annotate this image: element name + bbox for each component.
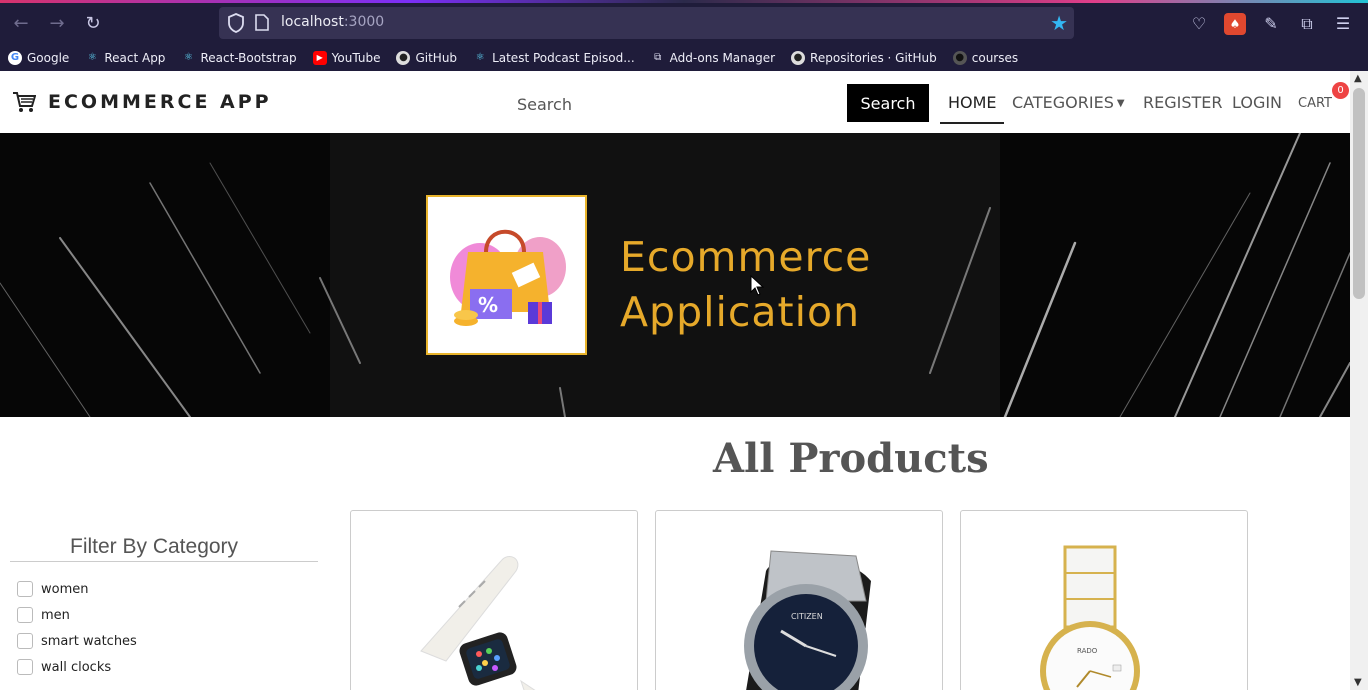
brand-name[interactable]: ECOMMERCE APP [48,91,272,113]
podcast-icon: ⚛ [475,52,485,63]
nav-categories-label: CATEGORIES [1012,93,1114,112]
checkbox[interactable] [17,659,33,675]
checkbox[interactable] [17,633,33,649]
bookmarks-bar: G Google ⚛ React App ⚛ React-Bootstrap ▶ You… [0,45,1368,71]
scrollbar-thumb[interactable] [1353,88,1365,299]
category-checkbox-wall-clocks[interactable]: wall clocks [17,659,111,675]
category-checkbox-women[interactable]: women [17,581,89,597]
hero-banner: % Ecommerce Application [0,133,1350,417]
bookmark-repositories[interactable]: ● Repositories · GitHub [791,51,937,65]
app-navbar: ECOMMERCE APP Search HOME CATEGORIES▼ RE… [0,71,1350,133]
nav-login-link[interactable]: LOGIN [1232,93,1282,112]
bookmark-podcast[interactable]: ⚛ Latest Podcast Episod... [473,51,635,65]
url-host: localhost [281,14,344,30]
active-link-underline [940,122,1004,124]
react-icon: ⚛ [87,52,97,63]
youtube-icon: ▶ [312,51,327,65]
bookmark-github[interactable]: ● GitHub [396,51,457,65]
product-card[interactable]: RADO [960,510,1248,690]
extensions-puzzle-icon[interactable]: ⧉ [1296,13,1318,35]
search-input[interactable] [507,85,843,123]
checkbox[interactable] [17,581,33,597]
search-button[interactable]: Search [847,84,929,122]
banner-title-line-2: Application [620,288,861,336]
bookmark-label: Add-ons Manager [669,51,776,65]
product-card[interactable]: CITIZEN [655,510,943,690]
category-label: women [41,581,89,597]
puzzle-icon: ⧉ [654,52,662,63]
svg-text:%: % [478,293,498,317]
filter-heading: Filter By Category [70,535,239,558]
scroll-up-arrow-icon[interactable]: ▲ [1354,73,1362,84]
shopping-cart-icon [13,92,36,112]
category-checkbox-men[interactable]: men [17,607,70,623]
browser-toolbar: ← → ↻ localhost:3000 ★ ♡ ♠ ✎ ⧉ ☰ [0,3,1368,45]
all-products-heading: All Products [713,435,989,482]
url-text[interactable]: localhost:3000 [281,14,384,30]
react-icon: ⚛ [183,52,193,63]
bookmark-label: Google [27,51,70,65]
bookmark-react-app[interactable]: ⚛ React App [85,51,166,65]
category-label: wall clocks [41,659,112,675]
bookmark-label: Latest Podcast Episod... [492,51,635,65]
svg-text:RADO: RADO [1077,647,1098,655]
bookmark-addons[interactable]: ⧉ Add-ons Manager [651,51,775,65]
user-icon: ● [952,51,967,65]
wristwatch-product-image: CITIZEN [744,550,871,690]
shopping-bag-logo: % [426,195,587,355]
bookmark-youtube[interactable]: ▶ YouTube [312,51,381,65]
category-label: men [41,607,70,623]
page-scrollbar[interactable]: ▲ ▼ [1350,71,1368,690]
caret-down-icon: ▼ [1116,98,1125,109]
category-checkbox-smart-watches[interactable]: smart watches [17,633,137,649]
nav-categories-dropdown[interactable]: CATEGORIES ▼ [1012,93,1125,112]
bookmark-label: GitHub [415,51,458,65]
svg-text:CITIZEN: CITIZEN [791,612,823,621]
bookmark-react-bootstrap[interactable]: ⚛ React-Bootstrap [181,51,297,65]
gold-watch-product-image: RADO [1040,545,1140,690]
category-label: smart watches [41,633,137,649]
bookmark-label: YouTube [331,51,381,65]
product-card[interactable] [350,510,638,690]
bookmark-label: Repositories · GitHub [810,51,937,65]
url-bar[interactable]: localhost:3000 ★ [219,7,1074,39]
nav-cart-link[interactable]: CART [1298,96,1332,111]
menu-icon[interactable]: ☰ [1332,13,1354,35]
bookmark-google[interactable]: G Google [8,51,69,65]
back-arrow-icon[interactable]: ← [8,11,34,37]
google-icon: G [8,51,22,65]
bookmark-label: React-Bootstrap [200,51,297,65]
page-info-icon[interactable] [255,14,269,31]
nav-register-link[interactable]: REGISTER [1143,93,1223,112]
filter-divider [10,561,318,562]
scroll-down-arrow-icon[interactable]: ▼ [1354,677,1362,688]
bookmark-label: courses [971,51,1019,65]
bookmark-label: React App [104,51,166,65]
bookmark-star-icon[interactable]: ★ [1050,11,1068,35]
smartwatch-product-image [420,556,536,690]
banner-title-line-1: Ecommerce [620,233,872,281]
checkbox[interactable] [17,607,33,623]
mouse-cursor-icon [750,275,764,296]
pocket-icon[interactable]: ♡ [1188,13,1210,35]
pen-icon[interactable]: ✎ [1260,13,1282,35]
shopping-bag-icon: % [450,229,566,326]
shield-icon[interactable] [227,13,245,33]
cart-count-badge: 0 [1332,82,1349,99]
nav-home-link[interactable]: HOME [948,93,997,112]
reload-icon[interactable]: ↻ [80,11,106,37]
page-viewport: ECOMMERCE APP Search HOME CATEGORIES▼ RE… [0,71,1350,690]
forward-arrow-icon[interactable]: → [44,11,70,37]
bookmark-courses[interactable]: ● courses [952,51,1019,65]
github-icon: ● [396,51,411,65]
extension-icon[interactable]: ♠ [1224,13,1246,35]
github-icon: ● [791,51,806,65]
url-port: :3000 [343,14,385,30]
